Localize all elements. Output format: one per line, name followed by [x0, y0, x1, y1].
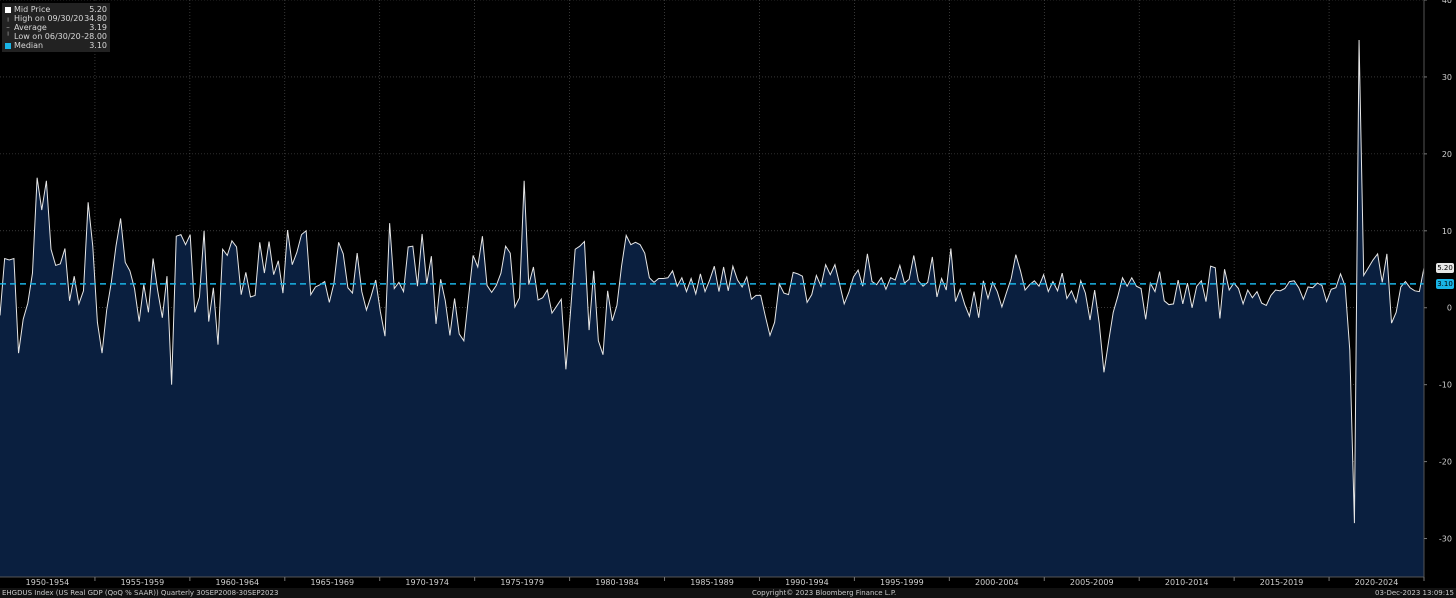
x-tick-label: 1950-1954	[26, 578, 70, 587]
x-tick-label: 1985-1989	[690, 578, 734, 587]
legend-value: 5.20	[89, 5, 107, 14]
legend-row-mid-price: Mid Price 5.20	[5, 5, 107, 14]
legend-label: Mid Price	[14, 5, 51, 14]
x-tick-label: 2020-2024	[1355, 578, 1399, 587]
x-tick-label: 1965-1969	[310, 578, 354, 587]
chart-legend: Mid Price 5.20 ╷ High on 09/30/20 34.80 –…	[2, 3, 110, 52]
footer-bar: EHGDUS Index (US Real GDP (QoQ % SAAR)) …	[0, 588, 1456, 598]
y-tick-label: -30	[1439, 535, 1452, 544]
x-tick-label: 1995-1999	[880, 578, 924, 587]
gdp-chart: 40 30 20 10 0 -10 -20 -30 1950-1954 1955-1959 196…	[0, 0, 1452, 587]
y-tick-label: 40	[1442, 0, 1452, 5]
last-value-tag: 5.20	[1436, 262, 1454, 273]
y-tick-label: -20	[1439, 458, 1452, 467]
legend-value: -28.00	[81, 32, 107, 41]
legend-row-average: – Average 3.19	[5, 23, 107, 32]
cyan-square-icon	[5, 42, 11, 49]
legend-row-high: ╷ High on 09/30/20 34.80	[5, 14, 107, 23]
legend-value: 3.19	[89, 23, 107, 32]
legend-label: Average	[14, 23, 47, 32]
y-tick-label: 10	[1442, 227, 1452, 236]
legend-row-low: ╵ Low on 06/30/20 -28.00	[5, 32, 107, 41]
legend-value: 34.80	[84, 14, 107, 23]
x-tick-label: 1975-1979	[500, 578, 544, 587]
high-tick-icon: ╷	[5, 14, 11, 22]
footer-ticker: EHGDUS Index (US Real GDP (QoQ % SAAR)) …	[2, 589, 279, 597]
y-tick-label: 30	[1442, 73, 1452, 82]
x-tick-label: 1955-1959	[121, 578, 165, 587]
x-tick-label: 1970-1974	[405, 578, 449, 587]
legend-label: High on 09/30/20	[14, 14, 84, 23]
y-tick-label: -10	[1439, 381, 1452, 390]
average-tick-icon: –	[6, 23, 10, 31]
x-axis: 1950-1954 1955-1959 1960-1964 1965-1969 1970…	[26, 577, 1425, 587]
x-tick-label: 2005-2009	[1070, 578, 1114, 587]
x-tick-label: 2010-2014	[1165, 578, 1209, 587]
x-tick-label: 2015-2019	[1260, 578, 1304, 587]
footer-copyright: Copyright© 2023 Bloomberg Finance L.P.	[752, 589, 897, 597]
legend-label: Low on 06/30/20	[14, 32, 81, 41]
white-square-icon	[5, 6, 11, 13]
y-tick-label: 20	[1442, 150, 1452, 159]
x-tick-label: 1980-1984	[595, 578, 639, 587]
median-value-tag: 3.10	[1436, 278, 1454, 289]
x-tick-label: 1960-1964	[216, 578, 260, 587]
legend-row-median: Median 3.10	[5, 41, 107, 50]
legend-label: Median	[14, 41, 44, 50]
legend-value: 3.10	[89, 41, 107, 50]
footer-timestamp: 03-Dec-2023 13:09:15	[1375, 589, 1454, 597]
low-tick-icon: ╵	[5, 32, 11, 40]
x-tick-label: 2000-2004	[975, 578, 1019, 587]
y-tick-label: 0	[1447, 304, 1452, 313]
x-tick-label: 1990-1994	[785, 578, 829, 587]
